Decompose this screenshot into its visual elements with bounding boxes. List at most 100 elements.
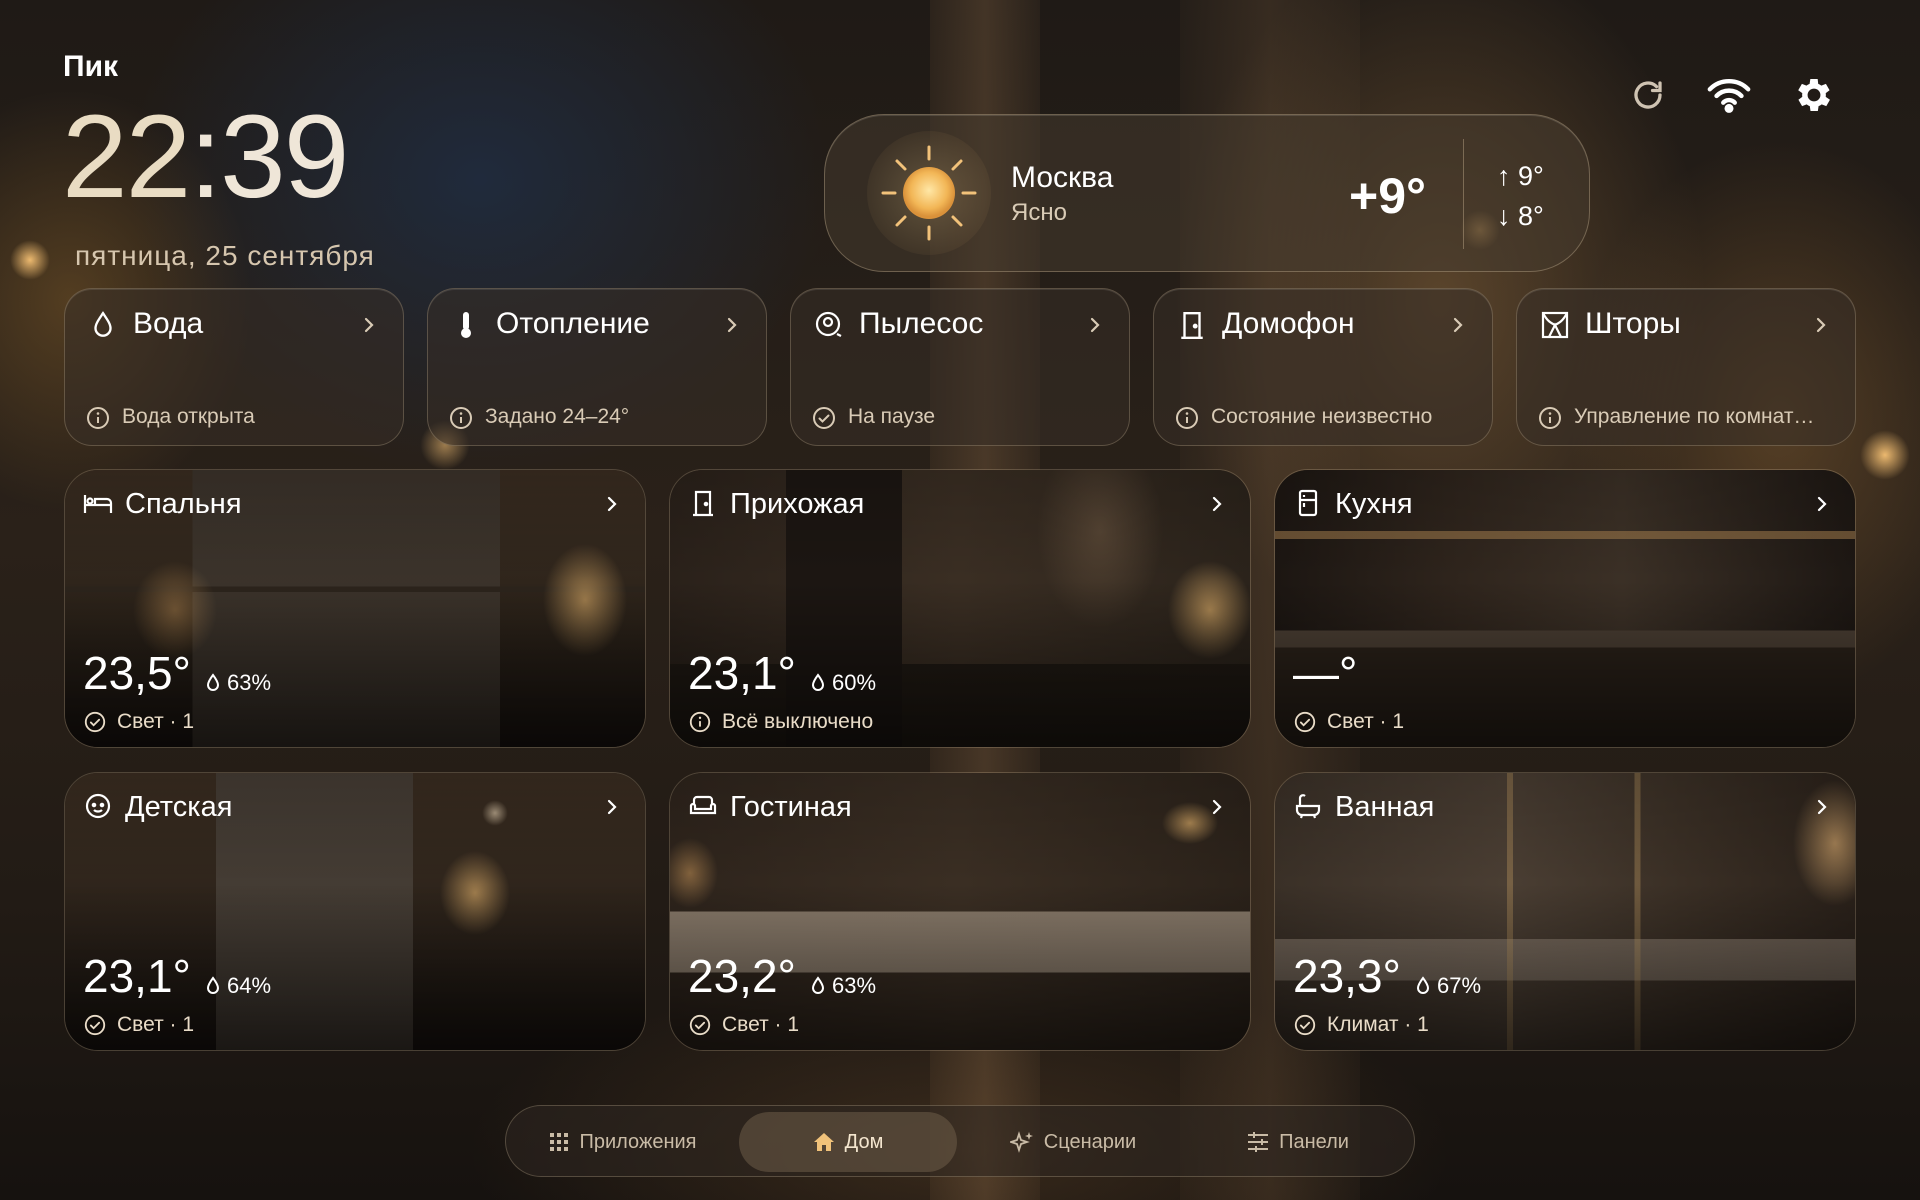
humidity-icon xyxy=(811,976,825,994)
weather-temperature: +9° xyxy=(1349,168,1427,224)
room-status: Свет · 1 xyxy=(83,710,194,734)
room-status: Климат · 1 xyxy=(1293,1013,1429,1037)
curtains-icon xyxy=(1539,309,1571,341)
device-status: Вода открыта xyxy=(122,405,255,428)
fridge-icon xyxy=(1293,488,1323,518)
device-tile-heating[interactable]: Отопление Задано 24–24° xyxy=(427,288,767,446)
room-name: Кухня xyxy=(1335,488,1413,520)
vacuum-icon xyxy=(813,309,845,341)
check-circle-icon xyxy=(84,711,106,733)
chevron-right-icon xyxy=(1212,799,1222,815)
device-tile-curtains[interactable]: Шторы Управление по комнат… xyxy=(1516,288,1856,446)
humidity-icon xyxy=(811,673,825,691)
room-status: Свет · 1 xyxy=(1293,710,1404,734)
room-humidity: 64% xyxy=(205,973,271,999)
brand-label: Пик xyxy=(63,50,119,83)
device-name: Пылесос xyxy=(859,307,984,340)
room-temperature: 23,3° xyxy=(1293,950,1401,1002)
wifi-icon[interactable] xyxy=(1706,72,1752,118)
sparkle-icon xyxy=(1009,1131,1033,1153)
room-card-kids-room[interactable]: Детская 23,1° 64% Свет · 1 xyxy=(64,772,646,1051)
room-card-bedroom[interactable]: Спальня 23,5° 63% Свет · 1 xyxy=(64,469,646,748)
refresh-icon[interactable] xyxy=(1625,72,1671,118)
room-status-text: Свет · 1 xyxy=(1327,710,1405,733)
chevron-right-icon xyxy=(1212,496,1222,512)
sliders-icon xyxy=(1248,1132,1269,1152)
sofa-icon xyxy=(688,791,718,821)
background-light xyxy=(10,240,50,280)
humidity-icon xyxy=(1416,976,1430,994)
chevron-right-icon xyxy=(1453,317,1463,333)
chevron-right-icon xyxy=(727,317,737,333)
weather-widget[interactable]: Москва Ясно +9° ↑ 9° ↓ 8° xyxy=(824,114,1590,272)
water-drop-icon xyxy=(87,309,119,341)
device-status: Задано 24–24° xyxy=(485,405,630,428)
device-tile-water[interactable]: Вода Вода открыта xyxy=(64,288,404,446)
room-status-text: Свет · 1 xyxy=(722,1013,800,1036)
nav-label: Дом xyxy=(844,1130,884,1153)
device-name: Домофон xyxy=(1222,307,1355,340)
clock-separator: : xyxy=(189,91,222,223)
humidity-icon xyxy=(206,976,220,994)
room-humidity-value: 63% xyxy=(227,670,272,695)
room-status: Свет · 1 xyxy=(83,1013,194,1037)
room-status-text: Свет · 1 xyxy=(117,710,195,733)
clock-minutes: 39 xyxy=(220,91,349,223)
room-humidity: 67% xyxy=(1415,973,1481,999)
chevron-right-icon xyxy=(1817,799,1827,815)
chevron-right-icon xyxy=(1090,317,1100,333)
room-name: Прихожая xyxy=(730,488,865,520)
child-face-icon xyxy=(83,791,113,821)
bed-icon xyxy=(83,488,113,518)
gear-icon[interactable] xyxy=(1791,72,1837,118)
weather-high: ↑ 9° xyxy=(1497,161,1544,191)
room-humidity-value: 67% xyxy=(1437,973,1482,998)
nav-scenarios[interactable]: Сценарии xyxy=(964,1112,1182,1172)
room-name: Гостиная xyxy=(730,791,852,823)
check-circle-icon xyxy=(1294,1014,1316,1036)
nav-label: Приложения xyxy=(579,1130,697,1153)
room-name: Ванная xyxy=(1335,791,1435,823)
room-status-text: Всё выключено xyxy=(722,710,874,733)
check-circle-icon xyxy=(813,407,835,429)
room-card-kitchen[interactable]: Кухня —° Свет · 1 xyxy=(1274,469,1856,748)
room-status: Всё выключено xyxy=(688,710,873,734)
room-status-text: Свет · 1 xyxy=(117,1013,195,1036)
chevron-right-icon xyxy=(607,799,617,815)
check-circle-icon xyxy=(84,1014,106,1036)
room-temperature: 23,1° xyxy=(83,950,191,1002)
nav-apps[interactable]: Приложения xyxy=(514,1112,732,1172)
apps-grid-icon xyxy=(550,1133,569,1151)
device-tile-vacuum[interactable]: Пылесос На паузе xyxy=(790,288,1130,446)
info-icon xyxy=(1539,407,1561,429)
room-humidity: 63% xyxy=(810,973,876,999)
info-icon xyxy=(87,407,109,429)
device-status: На паузе xyxy=(848,405,936,428)
nav-panels[interactable]: Панели xyxy=(1189,1112,1407,1172)
device-tile-intercom[interactable]: Домофон Состояние неизвестно xyxy=(1153,288,1493,446)
room-status: Свет · 1 xyxy=(688,1013,799,1037)
weather-divider xyxy=(1463,139,1464,249)
room-name: Спальня xyxy=(125,488,242,520)
room-temperature: 23,1° xyxy=(688,647,796,699)
nav-home[interactable]: Дом xyxy=(739,1112,957,1172)
device-status: Управление по комнат… xyxy=(1574,405,1815,428)
room-humidity-value: 63% xyxy=(832,973,877,998)
clock: 22:39 xyxy=(62,98,349,216)
chevron-right-icon xyxy=(1816,317,1826,333)
thermometer-icon xyxy=(450,309,482,341)
bathtub-icon xyxy=(1293,791,1323,821)
room-humidity-value: 60% xyxy=(832,670,877,695)
info-icon xyxy=(450,407,472,429)
info-icon xyxy=(1176,407,1198,429)
check-circle-icon xyxy=(689,1014,711,1036)
humidity-icon xyxy=(206,673,220,691)
device-name: Отопление xyxy=(496,307,650,340)
room-card-bathroom[interactable]: Ванная 23,3° 67% Климат · 1 xyxy=(1274,772,1856,1051)
check-circle-icon xyxy=(1294,711,1316,733)
room-card-hallway[interactable]: Прихожая 23,1° 60% Всё выключено xyxy=(669,469,1251,748)
room-card-living-room[interactable]: Гостиная 23,2° 63% Свет · 1 xyxy=(669,772,1251,1051)
weather-city: Москва xyxy=(1011,161,1114,194)
door-icon xyxy=(1176,309,1208,341)
weather-low: ↓ 8° xyxy=(1497,201,1544,231)
